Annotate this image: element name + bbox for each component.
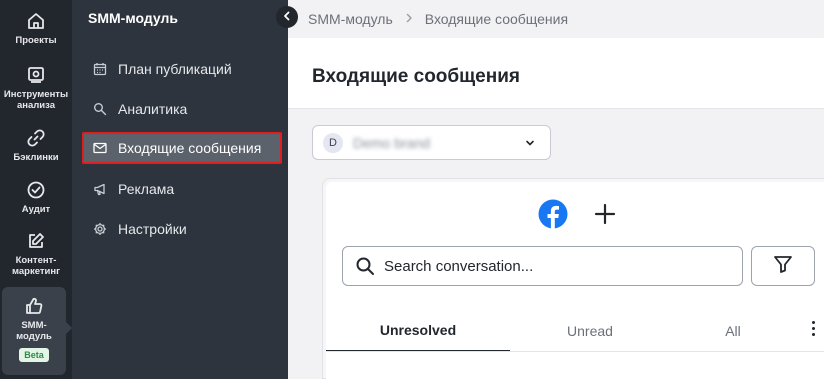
tab-unread[interactable]: Unread [510, 310, 670, 352]
edit-icon [25, 230, 47, 252]
sidebar-item-settings[interactable]: Настройки [84, 214, 280, 244]
breadcrumb-root-link[interactable]: SMM-модуль [308, 11, 393, 27]
page-header: Входящие сообщения [288, 38, 824, 109]
search-conversation-field[interactable] [342, 246, 743, 286]
sidebar-item-label: Аналитика [118, 101, 188, 117]
rail-item-label: Бэклинки [13, 152, 59, 163]
sidebar-title: SMM-модуль [88, 10, 179, 26]
add-channel-button[interactable] [592, 201, 618, 227]
rail-item-label: SMM-модуль [16, 320, 52, 342]
analysis-tools-icon [25, 64, 47, 86]
sidebar-item-label: Реклама [118, 181, 175, 197]
sidebar-item-publication-plan[interactable]: План публикаций [84, 54, 280, 84]
sidebar-item-analytics[interactable]: Аналитика [84, 94, 280, 124]
rail-item-audit[interactable]: Аудит [0, 179, 72, 215]
rail-item-label: Инструменты анализа [3, 89, 69, 111]
rail-item-label: Проекты [15, 35, 57, 46]
rail-item-backlinks[interactable]: Бэклинки [0, 127, 72, 163]
conversation-tabs: Unresolved Unread All [326, 310, 824, 352]
filter-button[interactable] [751, 246, 815, 286]
rail-item-projects[interactable]: Проекты [0, 10, 72, 46]
check-circle-icon [25, 179, 47, 201]
search-icon [355, 256, 375, 276]
collapse-sidebar-button[interactable] [276, 6, 298, 28]
chevron-right-icon [405, 12, 413, 26]
chevron-left-icon [282, 8, 292, 26]
app-nav-rail: Проекты Инструменты анализа Бэклинки Ауд… [0, 0, 72, 379]
tabs-divider [326, 351, 824, 352]
filter-icon [773, 254, 793, 279]
more-options-button[interactable] [806, 318, 820, 338]
rail-item-label: Аудит [21, 204, 51, 215]
link-icon [25, 127, 47, 149]
rail-item-content-marketing[interactable]: Контент-маркетинг [0, 230, 72, 277]
rail-item-label: Контент-маркетинг [11, 255, 61, 277]
page-title: Входящие сообщения [312, 66, 520, 87]
brand-name: Demo brand [353, 134, 431, 151]
module-sidebar: SMM-модуль План публикаций Аналитика Вхо… [72, 0, 288, 379]
mail-icon [92, 140, 108, 156]
chevron-down-icon [524, 136, 536, 154]
rail-item-smm[interactable]: SMM-модуль Beta [2, 287, 66, 375]
sidebar-item-label: План публикаций [118, 61, 232, 77]
brand-select[interactable]: D Demo brand [312, 125, 551, 160]
megaphone-icon [92, 181, 108, 197]
thumbs-up-icon [23, 295, 45, 317]
sidebar-item-label: Входящие сообщения [118, 140, 262, 156]
sidebar-item-label: Настройки [118, 221, 187, 237]
search-input[interactable] [384, 257, 724, 275]
tab-all[interactable]: All [670, 310, 796, 352]
beta-badge: Beta [19, 348, 49, 362]
plus-icon [592, 203, 618, 231]
breadcrumb: SMM-модуль Входящие сообщения [288, 0, 824, 38]
magnifier-icon [92, 101, 108, 117]
brand-avatar: D [323, 132, 343, 153]
sidebar-item-ads[interactable]: Реклама [84, 174, 280, 204]
sidebar-item-inbox[interactable]: Входящие сообщения [82, 132, 282, 164]
facebook-icon[interactable] [538, 199, 568, 229]
gear-icon [92, 221, 108, 237]
home-icon [25, 10, 47, 32]
tab-unresolved[interactable]: Unresolved [326, 310, 510, 352]
breadcrumb-current: Входящие сообщения [424, 11, 569, 27]
rail-item-analysis-tools[interactable]: Инструменты анализа [0, 64, 72, 111]
calendar-icon [92, 61, 108, 77]
